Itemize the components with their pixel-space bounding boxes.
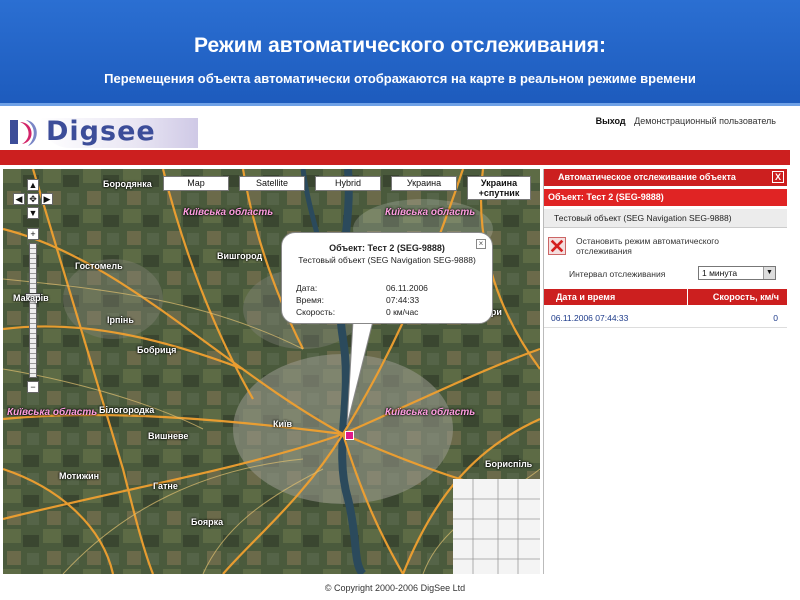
logo[interactable]: Digsee (0, 112, 200, 152)
place-label: Білогородка (99, 405, 155, 415)
map-view[interactable]: ▲ ◀ ✥ ▶ ▼ + − Map Satellite Hybrid Украи… (3, 169, 540, 574)
cell-datetime: 06.11.2006 07:44:33 (551, 313, 629, 323)
map-type-satellite[interactable]: Satellite (239, 176, 305, 191)
slide-banner: Режим автоматического отслеживания: Пере… (0, 0, 800, 106)
map-type-map[interactable]: Map (163, 176, 229, 191)
map-type-hybrid[interactable]: Hybrid (315, 176, 381, 191)
popup-date-label: Дата: (296, 283, 318, 293)
col-header-datetime[interactable]: Дата и время (556, 289, 615, 305)
stop-tracking-row[interactable]: Остановить режим автоматического отслежи… (544, 233, 787, 265)
place-label: Ірпінь (107, 315, 134, 325)
region-label: Київська область (385, 207, 476, 218)
object-row[interactable]: Тестовый объект (SEG Navigation SEG-9888… (544, 209, 787, 228)
slide-subtitle: Перемещения объекта автоматически отобра… (104, 71, 696, 86)
history-table-header: Дата и время Скорость, км/ч (544, 289, 787, 305)
place-label: Вишгород (217, 251, 263, 261)
place-label: Бобриця (137, 345, 177, 355)
zoom-control: ▲ ◀ ✥ ▶ ▼ + − (9, 173, 53, 403)
logo-mark-icon (10, 120, 37, 146)
popup-speed-row: Скорость: 0 км/час (296, 307, 418, 317)
interval-value: 1 минута (702, 268, 738, 278)
object-marker-icon[interactable] (345, 431, 354, 440)
place-label: Київ (273, 419, 293, 429)
panel-header: Автоматическое отслеживание объекта X (544, 169, 787, 186)
footer-copyright: © Copyright 2000-2006 DigSee Ltd (324, 583, 466, 593)
column-divider (687, 289, 688, 305)
pan-right-button[interactable]: ▶ (41, 193, 53, 205)
place-label: Мотижин (59, 471, 100, 481)
header-red-bar (0, 150, 790, 165)
cell-speed: 0 (773, 313, 778, 323)
place-label: Бородянка (103, 179, 152, 189)
top-links: Выход Демонстрационный пользователь (596, 116, 776, 126)
panel-title: Автоматическое отслеживание объекта (558, 172, 736, 182)
zoom-in-button[interactable]: + (27, 228, 39, 240)
popup-time-row: Время: 07:44:33 (296, 295, 419, 305)
popup-time-label: Время: (296, 295, 324, 305)
object-header: Объект: Тест 2 (SEG-9888) (544, 189, 787, 206)
stop-tracking-icon[interactable] (548, 237, 566, 255)
popup-pointer (346, 321, 374, 426)
popup-speed-value: 0 км/час (386, 307, 419, 317)
interval-label: Интервал отслеживания (569, 269, 666, 279)
map-type-ukraine[interactable]: Украина (391, 176, 457, 191)
popup-date-row: Дата: 06.11.2006 (296, 283, 428, 293)
pan-center-button[interactable]: ✥ (27, 193, 39, 205)
interval-select[interactable]: 1 минута ▼ (698, 266, 776, 280)
pan-down-button[interactable]: ▼ (27, 207, 39, 219)
table-row[interactable]: 06.11.2006 07:44:33 0 (544, 309, 787, 328)
region-label: Київська область (183, 207, 274, 218)
place-label: Гостомель (75, 261, 123, 271)
region-label: Київська область (385, 407, 476, 418)
popup-date-value: 06.11.2006 (386, 283, 428, 293)
map-type-ukraine-satellite[interactable]: Украина +спутник (467, 176, 531, 200)
tracking-panel: Автоматическое отслеживание объекта X Об… (543, 169, 787, 574)
place-label: Макарів (13, 293, 49, 303)
place-label: Бориспіль (485, 459, 533, 469)
app-window: Digsee Выход Демонстрационный пользовате… (0, 109, 790, 600)
place-label: Боярка (191, 517, 224, 527)
logo-text: Digsee (46, 116, 156, 147)
object-info-popup: × Объект: Тест 2 (SEG-9888) Тестовый объ… (281, 232, 493, 324)
popup-close-icon[interactable]: × (476, 239, 486, 249)
satellite-imagery (3, 169, 540, 574)
pan-up-button[interactable]: ▲ (27, 179, 39, 191)
slide-title: Режим автоматического отслеживания: (194, 34, 606, 57)
chevron-down-icon[interactable]: ▼ (763, 267, 775, 279)
popup-speed-label: Скорость: (296, 307, 336, 317)
stop-tracking-link[interactable]: Остановить режим автоматического отслежи… (576, 236, 776, 256)
map-type-active-line1: Украина (480, 178, 518, 188)
col-header-speed[interactable]: Скорость, км/ч (713, 289, 779, 305)
region-label: Київська область (7, 407, 98, 418)
pan-left-button[interactable]: ◀ (13, 193, 25, 205)
place-label: Вишневе (148, 431, 189, 441)
panel-close-button[interactable]: X (772, 171, 784, 183)
map-type-active-line2: +спутник (478, 188, 520, 198)
place-label: Гатне (153, 481, 178, 491)
user-name: Демонстрационный пользователь (634, 116, 776, 126)
popup-description: Тестовый объект (SEG Navigation SEG-9888… (298, 255, 476, 265)
popup-title: Объект: Тест 2 (SEG-9888) (329, 243, 445, 253)
zoom-out-button[interactable]: − (27, 381, 39, 393)
zoom-slider[interactable] (29, 243, 37, 378)
logout-link[interactable]: Выход (596, 116, 626, 126)
popup-time-value: 07:44:33 (386, 295, 420, 305)
